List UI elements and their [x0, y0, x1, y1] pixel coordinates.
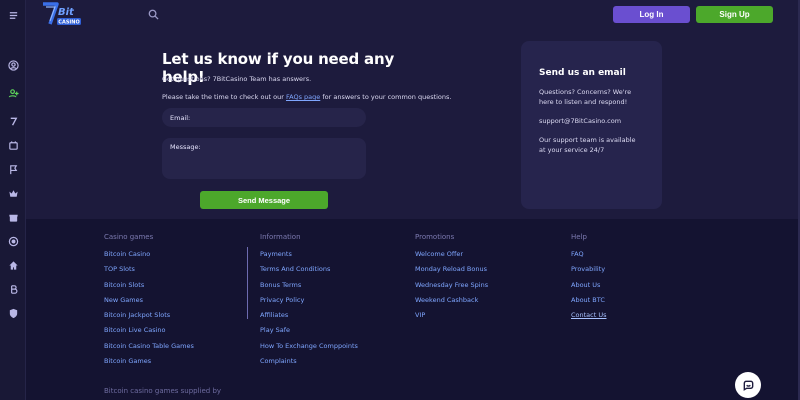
- dice-icon[interactable]: [4, 233, 22, 249]
- bitcoin-icon[interactable]: [4, 281, 22, 297]
- footer-link[interactable]: Privacy Policy: [260, 295, 358, 310]
- footer-link[interactable]: Bitcoin Casino Table Games: [104, 341, 194, 356]
- svg-text:CASINO: CASINO: [58, 20, 79, 26]
- footer: Casino games Bitcoin Casino TOP Slots Bi…: [26, 219, 800, 400]
- contact-section: Let us know if you need any help! Got qu…: [162, 50, 451, 101]
- seven-icon[interactable]: [4, 113, 22, 129]
- footer-column-title: Help: [571, 233, 587, 241]
- footer-link[interactable]: FAQ: [571, 249, 607, 264]
- menu-icon[interactable]: [4, 7, 22, 23]
- footer-link[interactable]: How To Exchange Comppoints: [260, 341, 358, 356]
- footer-link[interactable]: About Us: [571, 280, 607, 295]
- footer-link[interactable]: Complaints: [260, 356, 358, 371]
- login-button[interactable]: Log In: [613, 6, 690, 23]
- footer-link[interactable]: Bitcoin Jackpot Slots: [104, 310, 194, 325]
- email-field[interactable]: [162, 108, 366, 127]
- supplied-by-text: Bitcoin casino games supplied by: [104, 387, 222, 395]
- flag-icon[interactable]: [4, 161, 22, 177]
- shield-icon[interactable]: [4, 305, 22, 321]
- footer-column-help: Help FAQ Provability About Us About BTC …: [571, 233, 607, 325]
- footer-link[interactable]: About BTC: [571, 295, 607, 310]
- sidebar: [0, 0, 26, 400]
- support-email[interactable]: support@7BitCasino.com: [539, 116, 644, 126]
- send-message-button[interactable]: Send Message: [200, 191, 328, 209]
- footer-column-title: Information: [260, 233, 301, 241]
- footer-link[interactable]: Provability: [571, 264, 607, 279]
- signup-button[interactable]: Sign Up: [696, 6, 773, 23]
- footer-link[interactable]: Terms And Conditions: [260, 264, 358, 279]
- footer-link[interactable]: Bitcoin Casino: [104, 249, 194, 264]
- faq-prefix: Please take the time to check out our: [162, 93, 287, 101]
- home-icon[interactable]: [4, 257, 22, 273]
- footer-link[interactable]: Monday Reload Bonus: [415, 264, 488, 279]
- footer-link[interactable]: Bitcoin Live Casino: [104, 325, 194, 340]
- footer-column-casino-games: Casino games Bitcoin Casino TOP Slots Bi…: [104, 233, 194, 371]
- footer-link[interactable]: VIP: [415, 310, 488, 325]
- email-card-title: Send us an email: [539, 68, 626, 78]
- crown-icon[interactable]: [4, 185, 22, 201]
- footer-link[interactable]: Bonus Terms: [260, 280, 358, 295]
- footer-link[interactable]: Welcome Offer: [415, 249, 488, 264]
- email-card-text: Questions? Concerns? We're here to liste…: [539, 88, 632, 106]
- footer-column-title: Promotions: [415, 233, 455, 241]
- gift-icon[interactable]: [4, 209, 22, 225]
- chat-icon: [743, 380, 753, 391]
- footer-link[interactable]: Bitcoin Games: [104, 356, 194, 371]
- intro-text: Got questions? 7BitCasino Team has answe…: [162, 75, 312, 83]
- email-card: Send us an email Questions? Concerns? We…: [521, 41, 662, 209]
- slots-icon[interactable]: [4, 137, 22, 153]
- user-circle-icon[interactable]: [4, 57, 22, 73]
- footer-link[interactable]: Wednesday Free Spins: [415, 280, 488, 295]
- footer-link[interactable]: Weekend Cashback: [415, 295, 488, 310]
- search-icon[interactable]: [148, 9, 159, 20]
- message-field[interactable]: [162, 138, 366, 179]
- logo[interactable]: Bit CASINO: [40, 1, 84, 29]
- footer-link[interactable]: Play Safe: [260, 325, 358, 340]
- footer-link-active[interactable]: Contact Us: [571, 310, 607, 325]
- availability-text: Our support team is available at your se…: [539, 136, 636, 154]
- user-plus-icon[interactable]: [4, 85, 22, 101]
- footer-column-title: Casino games: [104, 233, 154, 241]
- footer-link[interactable]: TOP Slots: [104, 264, 194, 279]
- footer-link[interactable]: New Games: [104, 295, 194, 310]
- svg-text:Bit: Bit: [58, 7, 75, 18]
- chat-button[interactable]: [735, 372, 761, 398]
- faq-suffix: for answers to your common questions.: [320, 93, 452, 101]
- footer-link[interactable]: Payments: [260, 249, 358, 264]
- footer-link[interactable]: Bitcoin Slots: [104, 280, 194, 295]
- footer-link[interactable]: Affiliates: [260, 310, 358, 325]
- column-divider: [247, 247, 248, 319]
- footer-column-promotions: Promotions Welcome Offer Monday Reload B…: [415, 233, 488, 325]
- faq-link[interactable]: FAQs page: [286, 93, 320, 101]
- faq-text: Please take the time to check out our FA…: [162, 93, 451, 101]
- footer-column-information: Information Payments Terms And Condition…: [260, 233, 358, 371]
